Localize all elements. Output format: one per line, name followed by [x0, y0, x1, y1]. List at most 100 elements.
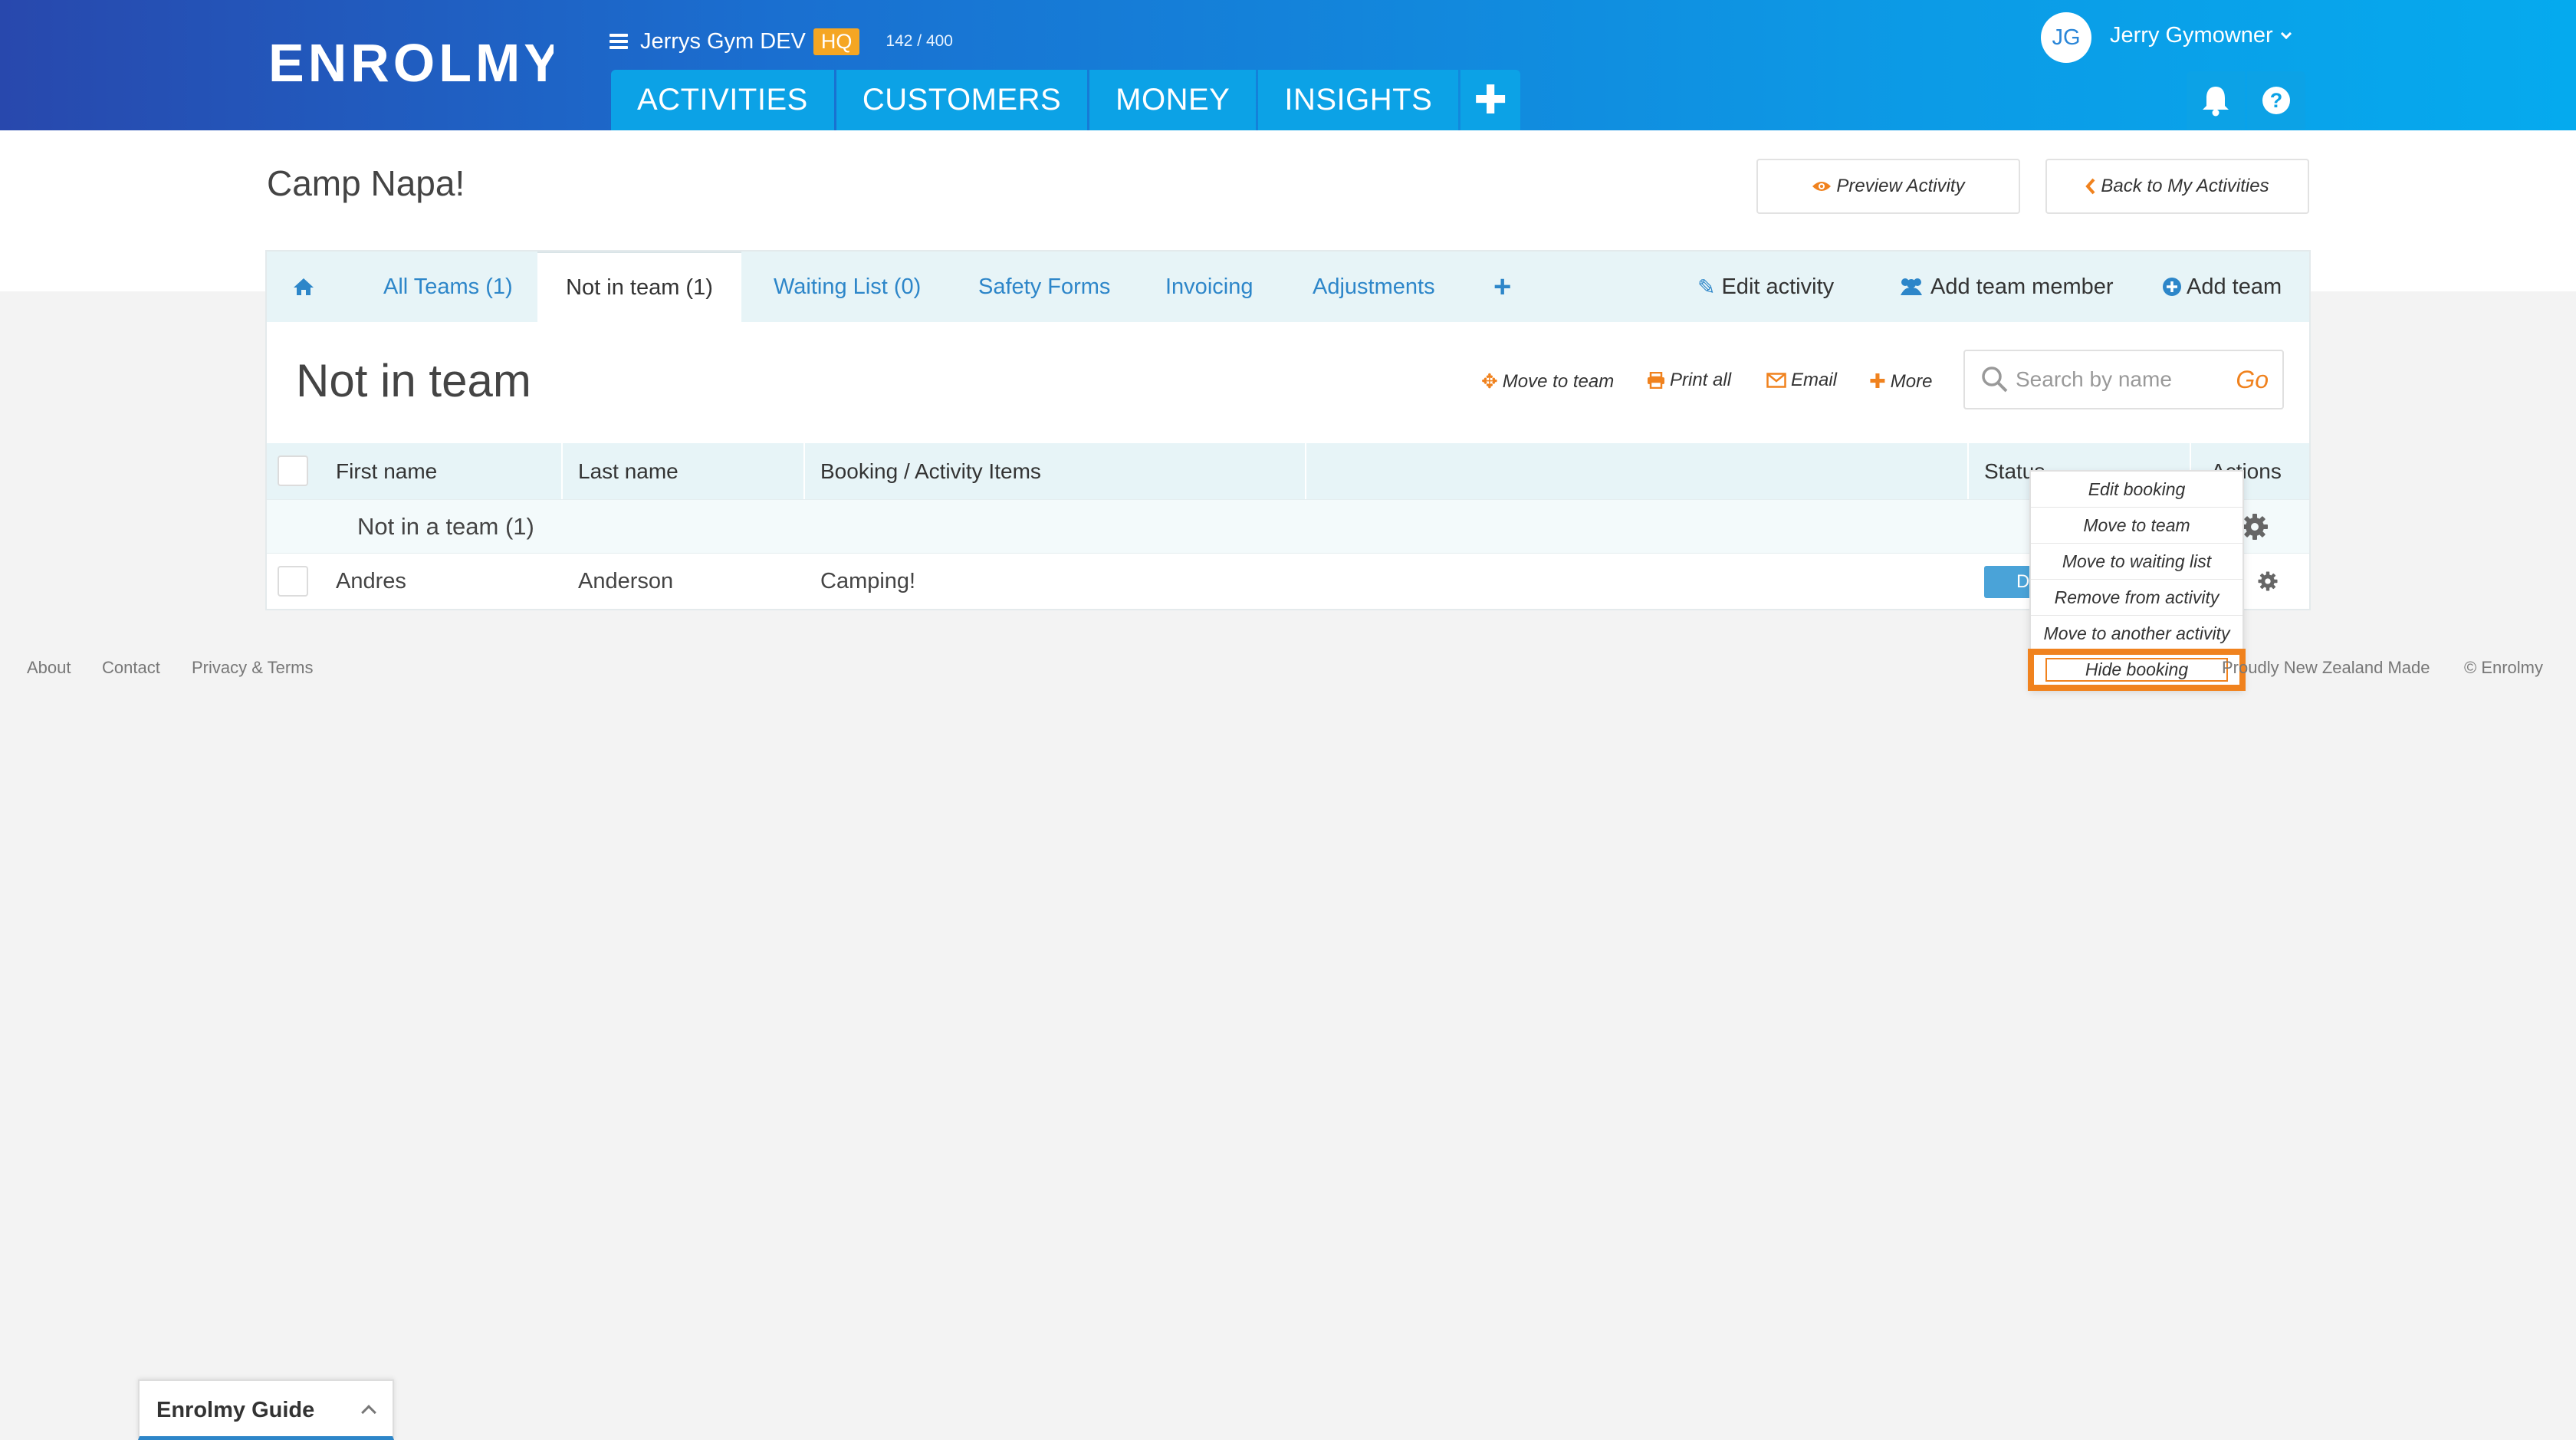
chevron-down-icon	[2280, 28, 2292, 39]
member-count: 142 / 400	[886, 32, 953, 50]
home-icon	[294, 278, 314, 295]
add-team-member-label: Add team member	[1930, 274, 2114, 299]
tab-adjustments[interactable]: Adjustments	[1313, 252, 1435, 322]
table-row[interactable]: Andres Anderson Camping! D	[267, 553, 2309, 609]
tab-safety-forms[interactable]: Safety Forms	[978, 252, 1110, 322]
edit-activity-link[interactable]: ✎ Edit activity	[1697, 252, 1834, 322]
nav-add-button[interactable]: ✚	[1460, 70, 1521, 130]
more-label: More	[1890, 370, 1933, 392]
select-all-checkbox[interactable]	[278, 455, 308, 486]
print-all-button[interactable]: Print all	[1647, 370, 1731, 391]
nav-activities[interactable]: ACTIVITIES	[611, 70, 834, 130]
back-to-activities-button[interactable]: Back to My Activities	[2045, 159, 2309, 214]
menu-item-remove-from-activity[interactable]: Remove from activity	[2031, 580, 2242, 616]
svg-text:ENROLMY: ENROLMY	[268, 37, 554, 90]
col-divider	[803, 443, 805, 499]
eye-icon	[1812, 182, 1832, 191]
section-title: Not in team	[296, 355, 531, 406]
tab-invoicing[interactable]: Invoicing	[1165, 252, 1253, 322]
guide-label: Enrolmy Guide	[156, 1398, 315, 1422]
tab-all-teams[interactable]: All Teams (1)	[383, 252, 513, 322]
preview-activity-button[interactable]: Preview Activity	[1756, 159, 2020, 214]
footer-contact-link[interactable]: Contact	[102, 658, 160, 678]
footer-copyright: © Enrolmy	[2464, 658, 2544, 677]
email-button[interactable]: Email	[1766, 370, 1837, 391]
enrolmy-guide-widget[interactable]: Enrolmy Guide	[138, 1379, 394, 1440]
hq-badge: HQ	[813, 28, 860, 55]
avatar[interactable]: JG	[2041, 12, 2091, 63]
notifications-button[interactable]	[2187, 71, 2245, 130]
top-header: ENROLMY Jerrys Gym DEV HQ 142 / 400 ACTI…	[0, 0, 2576, 130]
col-last-name[interactable]: Last name	[578, 443, 678, 499]
org-name: Jerrys Gym DEV	[640, 28, 806, 54]
hide-booking-label: Hide booking	[2045, 658, 2229, 682]
col-first-name[interactable]: First name	[336, 443, 437, 499]
col-booking-items[interactable]: Booking / Activity Items	[820, 443, 1041, 499]
print-all-label: Print all	[1670, 370, 1732, 390]
footer-about-link[interactable]: About	[27, 658, 71, 678]
nav-money[interactable]: MONEY	[1089, 70, 1257, 130]
col-divider	[1305, 443, 1306, 499]
org-switcher[interactable]: Jerrys Gym DEV HQ 142 / 400	[610, 26, 953, 57]
activity-tabs: All Teams (1) Not in team (1) Waiting Li…	[267, 252, 2309, 322]
table-header: First name Last name Booking / Activity …	[267, 443, 2309, 499]
help-button[interactable]: ?	[2247, 71, 2305, 130]
col-divider	[1967, 443, 1969, 499]
email-label: Email	[1791, 370, 1838, 390]
chevron-up-icon[interactable]	[361, 1405, 376, 1420]
nav-customers[interactable]: CUSTOMERS	[836, 70, 1088, 130]
footer-privacy-link[interactable]: Privacy & Terms	[192, 658, 314, 678]
help-icon: ?	[2262, 87, 2290, 114]
tab-home[interactable]	[293, 252, 314, 322]
cell-booking-items: Camping!	[820, 569, 916, 593]
more-button[interactable]: ✚ More	[1869, 370, 1932, 393]
menu-item-move-to-another-activity[interactable]: Move to another activity	[2031, 616, 2242, 652]
move-arrows-icon: ✥	[1481, 370, 1498, 393]
add-team-member-link[interactable]: Add team member	[1898, 252, 2114, 322]
move-to-team-label: Move to team	[1502, 370, 1615, 392]
search-input[interactable]: Search by name	[2016, 367, 2236, 392]
add-team-link[interactable]: Add team	[2162, 252, 2282, 322]
gear-icon[interactable]	[2240, 512, 2269, 541]
tab-not-in-team[interactable]: Not in team (1)	[537, 252, 741, 322]
plus-circle-icon	[2163, 278, 2181, 296]
page-title: Camp Napa!	[267, 163, 465, 203]
preview-activity-label: Preview Activity	[1836, 176, 1965, 196]
hamburger-menu-icon[interactable]	[610, 34, 628, 49]
row-actions-dropdown: Edit booking Move to team Move to waitin…	[2028, 470, 2246, 691]
user-name: Jerry Gymowner	[2110, 23, 2273, 48]
pencil-icon: ✎	[1697, 275, 1716, 299]
back-to-activities-label: Back to My Activities	[2101, 176, 2269, 196]
activity-card: All Teams (1) Not in team (1) Waiting Li…	[265, 250, 2311, 610]
menu-item-move-to-waiting-list[interactable]: Move to waiting list	[2031, 544, 2242, 580]
printer-icon	[1648, 372, 1664, 389]
menu-item-hide-booking[interactable]: Hide booking	[2028, 649, 2246, 691]
footer-made-in-nz-label: Proudly New Zealand Made	[2222, 658, 2430, 677]
footer-made-in-nz: Proudly New Zealand Made	[2222, 658, 2436, 678]
plus-icon: ✚	[1869, 370, 1886, 393]
menu-item-edit-booking[interactable]: Edit booking	[2031, 472, 2242, 508]
bell-icon	[2203, 87, 2229, 117]
row-checkbox[interactable]	[278, 566, 308, 597]
search-go-button[interactable]: Go	[2236, 366, 2269, 394]
user-menu[interactable]: Jerry Gymowner	[2110, 23, 2292, 48]
add-team-label: Add team	[2187, 274, 2282, 299]
move-to-team-button[interactable]: ✥ Move to team	[1481, 370, 1614, 393]
team-group-row: Not in a team (1)	[267, 499, 2309, 553]
main-nav: ACTIVITIES CUSTOMERS MONEY INSIGHTS ✚	[611, 70, 1523, 130]
cell-first-name: Andres	[336, 569, 406, 593]
col-divider	[561, 443, 563, 499]
group-label: Not in a team (1)	[357, 513, 534, 540]
search-box[interactable]: Search by name Go	[1963, 350, 2284, 409]
tab-waiting-list[interactable]: Waiting List (0)	[774, 252, 921, 322]
tab-add-button[interactable]: +	[1493, 252, 1511, 322]
enrolmy-logo[interactable]: ENROLMY	[268, 37, 554, 90]
nav-insights[interactable]: INSIGHTS	[1258, 70, 1459, 130]
edit-activity-label: Edit activity	[1721, 274, 1835, 299]
users-icon	[1901, 278, 1922, 295]
chevron-left-icon	[2085, 178, 2095, 195]
envelope-icon	[1766, 373, 1786, 388]
menu-item-move-to-team[interactable]: Move to team	[2031, 508, 2242, 544]
gear-icon[interactable]	[2257, 570, 2279, 592]
search-icon	[1982, 367, 2008, 393]
